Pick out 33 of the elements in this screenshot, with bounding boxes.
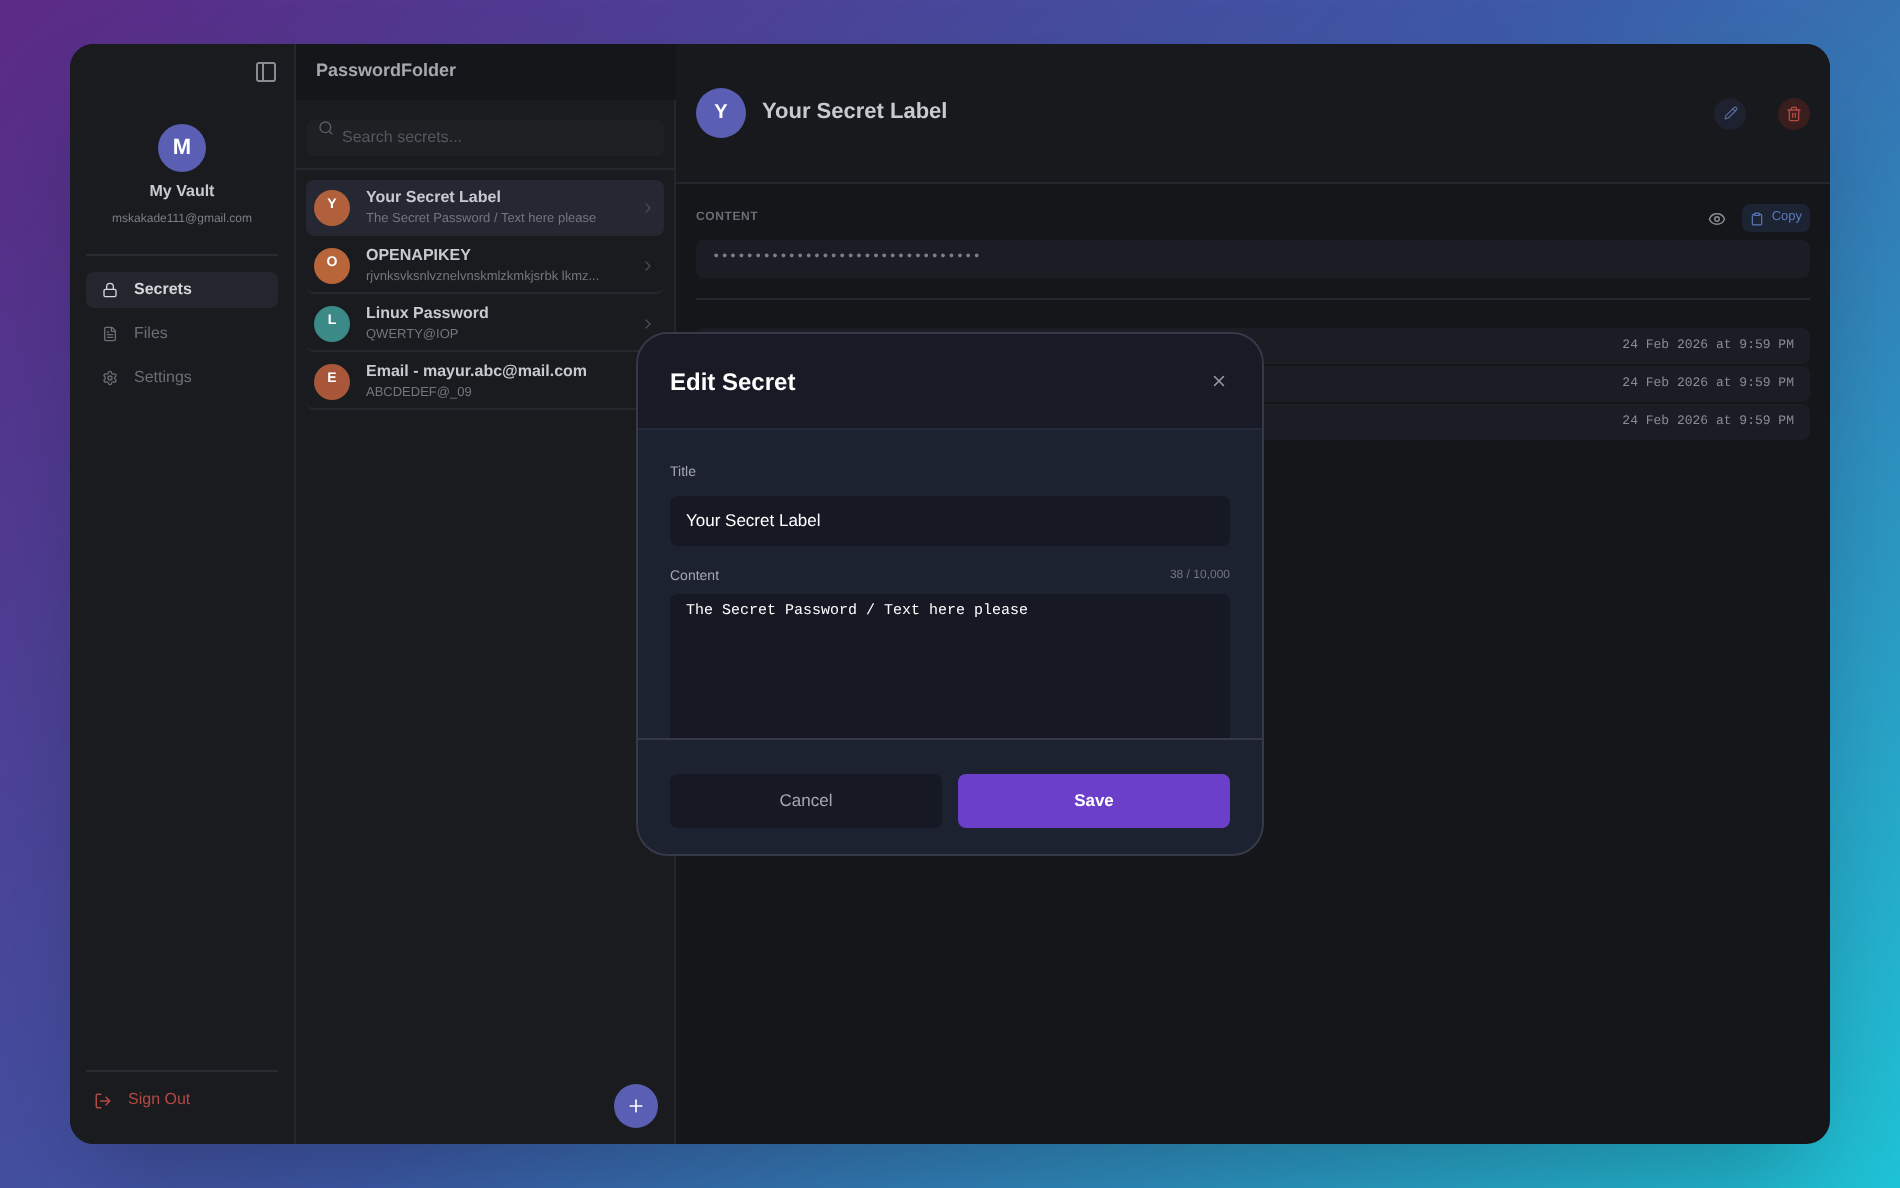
dialog-title: Edit Secret (670, 365, 798, 399)
save-button[interactable]: Save (958, 774, 1230, 828)
vault-name: My Vault (149, 180, 215, 204)
delete-button[interactable] (1778, 97, 1810, 129)
sidebar-toggle-icon[interactable] (254, 60, 278, 84)
plus-icon (626, 1096, 646, 1116)
edit-button[interactable] (1714, 97, 1746, 129)
search-field[interactable]: Search secrets... (306, 119, 664, 155)
eye-icon[interactable] (1707, 209, 1726, 227)
trash-icon (1786, 105, 1802, 121)
detail-avatar: Y (696, 88, 746, 138)
avatar: M (158, 124, 206, 172)
pencil-icon (1723, 106, 1737, 120)
close-icon (1209, 372, 1227, 390)
clipboard-icon (1749, 211, 1764, 225)
title-field[interactable]: Your Secret Label (670, 495, 1230, 545)
detail-title: Your Secret Label (762, 98, 950, 129)
chevron-right-icon (640, 199, 656, 215)
lock-icon (102, 282, 118, 298)
add-secret-button[interactable] (614, 1084, 658, 1128)
secret-title: OPENAPIKEY (366, 243, 473, 268)
gear-icon (102, 370, 118, 386)
nav-item[interactable]: Secrets (86, 272, 278, 308)
search-icon (318, 120, 334, 136)
secret-title: Linux Password (366, 301, 491, 326)
cancel-button[interactable]: Cancel (670, 774, 942, 828)
app-title: PasswordFolder (316, 58, 457, 85)
secret-title: Your Secret Label (366, 185, 503, 210)
sign-out-icon (94, 1091, 112, 1109)
chevron-right-icon (640, 315, 656, 331)
chevron-right-icon (640, 257, 656, 273)
secret-title: Email - mayur.abc@mail.com (366, 359, 590, 384)
file-icon (102, 326, 118, 342)
